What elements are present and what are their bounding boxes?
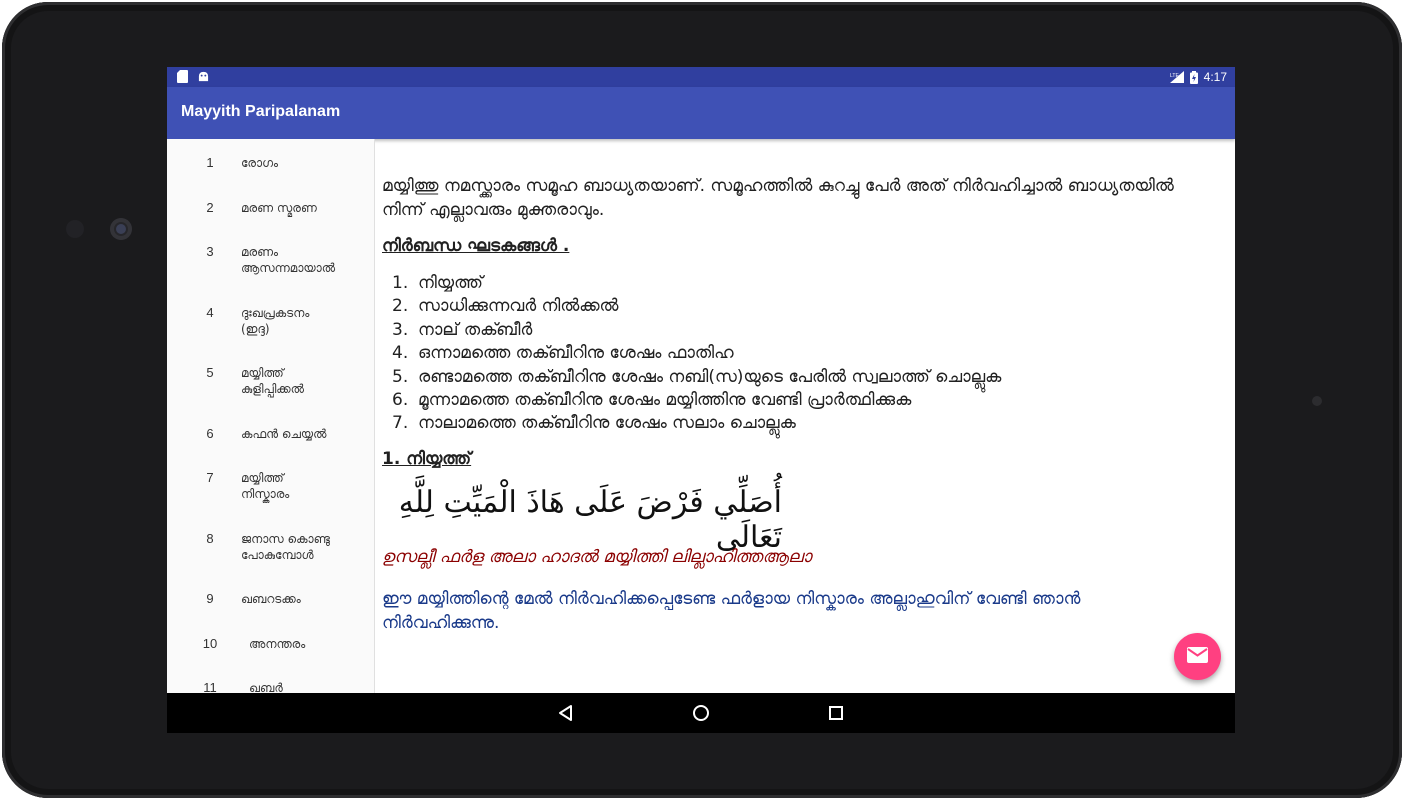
intro-paragraph: മയ്യിത്തു നമസ്ക്കാരം സമൂഹ ബാധ്യതയാണ്. സമ… <box>382 176 1174 220</box>
battery-charging-icon <box>1189 70 1198 84</box>
android-debug-icon <box>198 71 209 82</box>
proximity-sensor <box>66 220 84 238</box>
sidebar-item-number: 10 <box>202 636 218 651</box>
sidebar-item-label: ഖബറടക്കം <box>241 592 301 606</box>
sidebar-item-number: 2 <box>206 200 214 215</box>
list-item: 5. രണ്ടാമത്തെ തക്ബീറിനു ശേഷം നബി(സ)യുടെ പ… <box>382 366 1001 389</box>
sidebar-item-label: രോഗം <box>241 156 279 170</box>
sidebar-item-number: 4 <box>206 305 214 320</box>
app-bar: Mayyith Paripalanam <box>167 87 1235 139</box>
email-fab-button[interactable] <box>1174 633 1221 680</box>
sd-card-icon <box>177 70 188 83</box>
status-bar: LTE 4:17 <box>167 67 1235 87</box>
list-item: 1. നിയ്യത്ത് <box>382 272 1001 295</box>
arabic-niyyath-text: أُصَلِّي فَرْضَ عَلَى هَاذَ الْمَيِّتِ ل… <box>398 485 782 555</box>
back-icon[interactable] <box>556 703 576 723</box>
rules-list: 1. നിയ്യത്ത് 2. സാധിക്കുന്നവർ നിൽക്കൽ 3. നാ… <box>382 272 1001 436</box>
sidebar-item-number: 7 <box>206 470 214 485</box>
list-item-text: നിയ്യത്ത് <box>418 273 483 293</box>
list-item: 4. ഒന്നാമത്തെ തക്ബീറിനു ശേഷം ഫാതിഹ <box>382 342 1001 365</box>
sidebar-item-label: അനന്തരം <box>249 637 306 651</box>
sidebar-item-label: കഫൻ ചെയ്യൽ <box>241 427 327 441</box>
list-item-number: 5. <box>392 366 409 387</box>
list-item-number: 6. <box>392 389 409 410</box>
sidebar-item-label: മയ്യിത്ത് കുളിപ്പിക്കൽ <box>241 366 305 396</box>
list-item: 7. നാലാമത്തെ തക്ബീറിനു ശേഷം സലാം ചൊല്ലുക <box>382 412 1001 435</box>
device-screen: LTE 4:17 Mayyith Paripalanam 1 രോഗം 2 മര… <box>167 67 1235 733</box>
meaning-text: ഈ മയ്യിത്തിന്റെ മേൽ നിർവഹിക്കപ്പെടേണ്ട ഫ… <box>382 589 1081 633</box>
list-item: 2. സാധിക്കുന്നവർ നിൽക്കൽ <box>382 295 1001 318</box>
sidebar-item-number: 3 <box>206 244 214 259</box>
list-item-number: 1. <box>392 273 409 293</box>
niyyath-heading: 1. നിയ്യത്ത് <box>382 449 472 469</box>
sidebar-item-label: ദുഃഖപ്രകടനം (ഇദ്ദ) <box>241 306 310 336</box>
sidebar-item-label: ഖബർ <box>249 681 283 693</box>
svg-text:LTE: LTE <box>1170 73 1179 79</box>
section-heading: നിർബന്ധ ഘടകങ്ങൾ . <box>382 236 570 256</box>
app-title: Mayyith Paripalanam <box>181 103 341 120</box>
list-item-text: സാധിക്കുന്നവർ നിൽക്കൽ <box>418 296 619 317</box>
sidebar-item-number: 5 <box>206 365 214 380</box>
list-item-number: 3. <box>392 319 409 340</box>
sidebar-item-number: 8 <box>206 531 214 546</box>
transliteration-text: ഉസല്ലീ ഫർള അലാ ഹാദൽ മയ്യിത്തി ലില്ലാഹിത്… <box>382 547 812 567</box>
list-item: 6. മൂന്നാമത്തെ തക്ബീറിനു ശേഷം മയ്യിത്തിനു… <box>382 389 1001 412</box>
list-item-number: 7. <box>392 413 409 434</box>
sidebar-item-number: 9 <box>206 591 214 606</box>
signal-icon: LTE <box>1169 71 1184 83</box>
recents-icon[interactable] <box>826 703 846 723</box>
article-content[interactable]: മയ്യിത്തു നമസ്ക്കാരം സമൂഹ ബാധ്യതയാണ്. സമ… <box>375 139 1235 693</box>
sidebar-item-number: 11 <box>203 680 217 693</box>
sidebar-item-label: മരണം ആസന്നമായാൽ <box>241 245 336 275</box>
home-icon[interactable] <box>691 703 711 723</box>
sidebar-item-number: 1 <box>206 155 214 170</box>
sidebar-item-number: 6 <box>206 426 214 441</box>
email-icon <box>1187 647 1208 663</box>
list-item: 3. നാല് തക്ബീർ <box>382 319 1001 342</box>
status-time: 4:17 <box>1203 70 1227 84</box>
list-item-text: നാല് തക്ബീർ <box>418 319 533 340</box>
list-item-text: ഒന്നാമത്തെ തക്ബീറിനു ശേഷം ഫാതിഹ <box>418 343 734 364</box>
list-item-text: രണ്ടാമത്തെ തക്ബീറിനു ശേഷം നബി(സ)യുടെ പേര… <box>418 366 1002 387</box>
list-item-number: 4. <box>392 343 409 364</box>
sidebar-item-label: മയ്യിത്ത് നിസ്കാരം <box>241 471 290 501</box>
chapter-sidebar[interactable]: 1 രോഗം 2 മരണ സ്മരണ 3 മരണം ആസന്നമായാൽ 4 ദ… <box>167 139 375 693</box>
system-nav-bar <box>167 693 1235 733</box>
list-item-text: നാലാമത്തെ തക്ബീറിനു ശേഷം സലാം ചൊല്ലുക <box>418 413 796 434</box>
sidebar-item-label: മരണ സ്മരണ <box>241 201 317 215</box>
list-item-text: മൂന്നാമത്തെ തക്ബീറിനു ശേഷം മയ്യിത്തിനു വ… <box>418 389 912 410</box>
list-item-number: 2. <box>392 296 409 317</box>
device-sensor-dot <box>1312 396 1322 406</box>
sidebar-item-label: ജനാസ കൊണ്ടു പോകുമ്പോൾ <box>241 532 330 562</box>
front-camera <box>110 218 132 240</box>
